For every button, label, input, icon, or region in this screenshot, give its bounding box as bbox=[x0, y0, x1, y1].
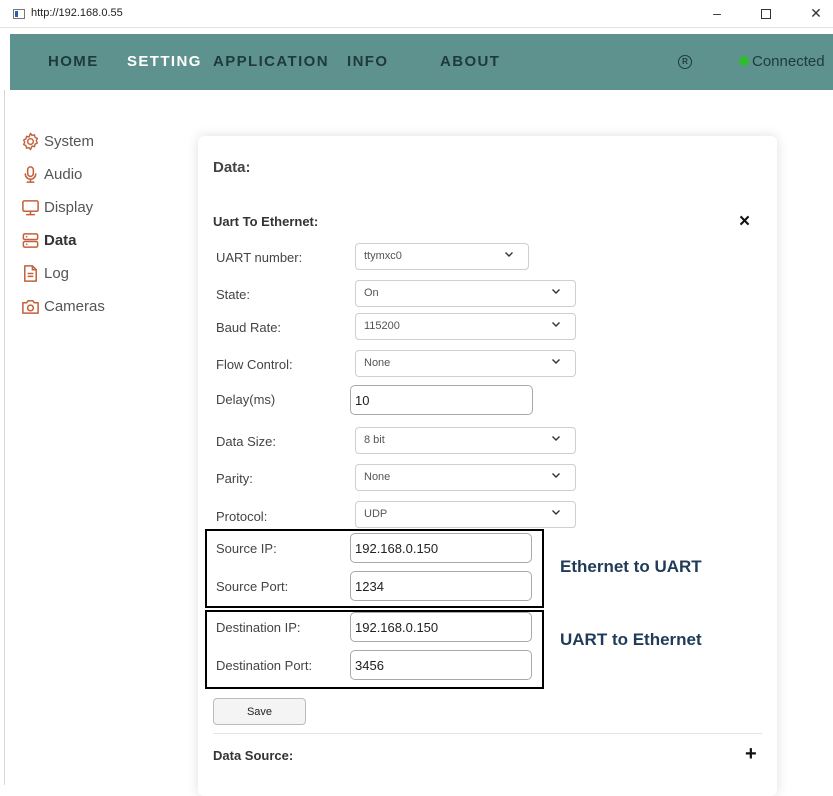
chevron-down-icon bbox=[552, 289, 560, 294]
chevron-down-icon bbox=[552, 473, 560, 478]
sidebar-item-audio[interactable]: Audio bbox=[20, 158, 170, 191]
uart-number-select[interactable]: ttymxc0 bbox=[355, 243, 529, 270]
section-divider bbox=[213, 733, 762, 734]
minimize-button[interactable]: – bbox=[706, 3, 728, 23]
source-port-label: Source Port: bbox=[216, 579, 289, 594]
data-size-select[interactable]: 8 bit bbox=[355, 427, 576, 454]
data-size-label: Data Size: bbox=[216, 434, 276, 449]
protocol-label: Protocol: bbox=[216, 509, 268, 524]
database-icon bbox=[20, 231, 40, 251]
connection-status-label: Connected bbox=[752, 53, 825, 70]
ethernet-to-uart-annotation: Ethernet to UART bbox=[560, 557, 702, 576]
gear-icon bbox=[20, 132, 40, 152]
registered-icon: R bbox=[678, 55, 692, 69]
save-button[interactable]: Save bbox=[213, 698, 306, 725]
page-favicon-icon bbox=[13, 9, 25, 19]
flow-control-value: None bbox=[364, 357, 391, 369]
microphone-icon bbox=[20, 165, 40, 185]
destination-port-label: Destination Port: bbox=[216, 658, 313, 673]
top-navigation-bar: HOME SETTING APPLICATION INFO ABOUT R Co… bbox=[10, 34, 833, 90]
flow-control-select[interactable]: None bbox=[355, 350, 576, 377]
nav-home[interactable]: HOME bbox=[48, 53, 99, 70]
data-settings-panel: Data: Uart To Ethernet: × UART number: t… bbox=[198, 136, 777, 796]
sidebar-item-log[interactable]: Log bbox=[20, 257, 170, 290]
camera-icon bbox=[20, 297, 40, 317]
nav-about[interactable]: ABOUT bbox=[440, 53, 500, 70]
uart-number-label: UART number: bbox=[216, 250, 303, 265]
sidebar-item-system[interactable]: System bbox=[20, 125, 170, 158]
nav-application[interactable]: APPLICATION bbox=[213, 53, 329, 70]
chevron-down-icon bbox=[552, 436, 560, 441]
source-port-input[interactable] bbox=[350, 571, 532, 601]
data-size-value: 8 bit bbox=[364, 434, 385, 446]
settings-sidebar: System Audio Display Data Log Cameras bbox=[20, 125, 170, 323]
destination-port-input[interactable] bbox=[350, 650, 532, 680]
maximize-button[interactable] bbox=[755, 3, 777, 23]
state-select[interactable]: On bbox=[355, 280, 576, 307]
status-dot-icon bbox=[739, 56, 749, 66]
maximize-icon bbox=[761, 9, 771, 20]
state-label: State: bbox=[216, 287, 250, 302]
monitor-icon bbox=[20, 198, 40, 218]
state-value: On bbox=[364, 287, 379, 299]
chevron-down-icon bbox=[505, 252, 513, 257]
source-ip-label: Source IP: bbox=[216, 541, 277, 556]
uart-to-ethernet-section-title: Uart To Ethernet: bbox=[213, 214, 319, 229]
sidebar-item-label: Audio bbox=[44, 166, 83, 183]
data-source-section-title: Data Source: bbox=[213, 748, 294, 763]
delay-input[interactable] bbox=[350, 385, 533, 415]
uart-to-ethernet-annotation: UART to Ethernet bbox=[560, 630, 702, 649]
window-left-edge bbox=[4, 90, 5, 785]
sidebar-item-display[interactable]: Display bbox=[20, 191, 170, 224]
window-title-bar: http://192.168.0.55 – ✕ bbox=[0, 0, 833, 28]
sidebar-item-cameras[interactable]: Cameras bbox=[20, 290, 170, 323]
sidebar-item-label: Display bbox=[44, 199, 94, 216]
expand-data-source-button[interactable]: + bbox=[745, 743, 757, 766]
destination-ip-input[interactable] bbox=[350, 612, 532, 642]
sidebar-item-label: System bbox=[44, 133, 95, 150]
sidebar-item-label: Log bbox=[44, 265, 70, 282]
source-ip-input[interactable] bbox=[350, 533, 532, 563]
flow-control-label: Flow Control: bbox=[216, 357, 293, 372]
nav-setting[interactable]: SETTING bbox=[127, 53, 202, 70]
destination-ip-label: Destination IP: bbox=[216, 620, 301, 635]
parity-select[interactable]: None bbox=[355, 464, 576, 491]
baud-rate-select[interactable]: 115200 bbox=[355, 313, 576, 340]
connection-status: Connected bbox=[739, 53, 825, 70]
panel-title: Data: bbox=[213, 159, 251, 176]
document-icon bbox=[20, 264, 40, 284]
protocol-value: UDP bbox=[364, 508, 388, 520]
close-window-button[interactable]: ✕ bbox=[805, 3, 827, 23]
protocol-select[interactable]: UDP bbox=[355, 501, 576, 528]
parity-value: None bbox=[364, 471, 391, 483]
baud-rate-value: 115200 bbox=[364, 320, 400, 332]
parity-label: Parity: bbox=[216, 471, 253, 486]
delay-label: Delay(ms) bbox=[216, 392, 276, 407]
sidebar-item-label: Cameras bbox=[44, 298, 105, 315]
sidebar-item-label: Data bbox=[44, 232, 77, 249]
sidebar-item-data[interactable]: Data bbox=[20, 224, 170, 257]
chevron-down-icon bbox=[552, 359, 560, 364]
collapse-section-button[interactable]: × bbox=[739, 211, 750, 233]
chevron-down-icon bbox=[552, 322, 560, 327]
nav-info[interactable]: INFO bbox=[347, 53, 388, 70]
uart-number-value: ttymxc0 bbox=[364, 250, 402, 262]
window-url: http://192.168.0.55 bbox=[31, 7, 123, 19]
chevron-down-icon bbox=[552, 510, 560, 515]
baud-rate-label: Baud Rate: bbox=[216, 320, 282, 335]
